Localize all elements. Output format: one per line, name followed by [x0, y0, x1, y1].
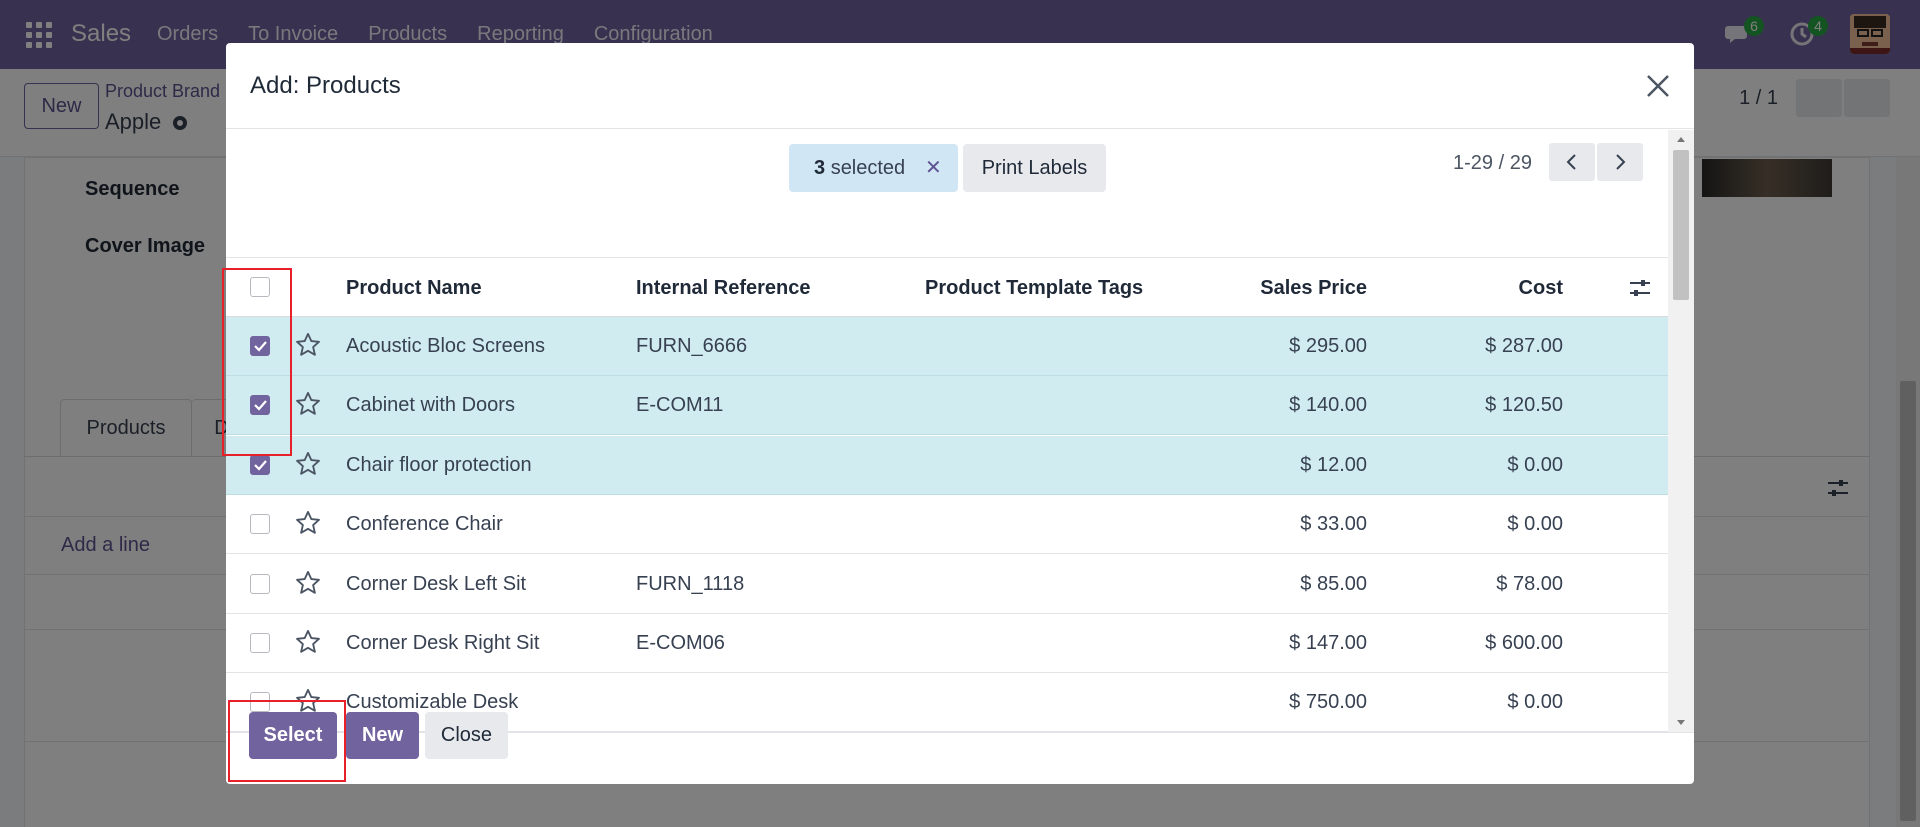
product-name-cell: Acoustic Bloc Screens [346, 335, 545, 357]
star-icon[interactable] [294, 628, 322, 656]
row-checkbox[interactable] [250, 573, 270, 594]
internal-reference-cell: FURN_6666 [636, 335, 748, 357]
row-checkbox[interactable] [250, 633, 270, 653]
add-products-dialog: Add: Products 3 selected ✕ Print Labels … [226, 43, 1694, 784]
sales-price-cell: $ 295.00 [1289, 335, 1367, 357]
dialog-scrollbar-thumb[interactable] [1673, 150, 1689, 300]
cost-cell: $ 120.50 [1485, 394, 1563, 417]
sales-price-cell: $ 33.00 [1300, 513, 1367, 536]
cost-cell: $ 0.00 [1507, 513, 1563, 536]
pager-previous-button[interactable] [1549, 143, 1595, 181]
optional-columns-icon[interactable] [1628, 276, 1652, 306]
internal-reference-cell: E-COM06 [636, 632, 725, 654]
cost-cell: $ 0.00 [1507, 691, 1563, 714]
print-labels-button[interactable]: Print Labels [963, 144, 1106, 192]
cost-cell: $ 0.00 [1507, 453, 1563, 476]
col-cost[interactable]: Cost [1519, 277, 1563, 300]
cost-cell: $ 600.00 [1485, 632, 1563, 654]
row-checkbox[interactable] [250, 454, 270, 475]
star-icon[interactable] [294, 569, 322, 597]
list-toolbar: 3 selected ✕ Print Labels 1-29 / 29 [226, 130, 1668, 257]
row-checkbox[interactable] [250, 692, 270, 713]
star-icon[interactable] [294, 509, 322, 537]
selected-count: 3 [814, 157, 826, 179]
pager-value[interactable]: 1-29 / 29 [1453, 152, 1532, 175]
internal-reference-cell: FURN_1118 [636, 572, 745, 595]
selected-label: selected [830, 157, 906, 179]
chevron-right-icon [1616, 154, 1626, 170]
col-product-name[interactable]: Product Name [346, 277, 482, 300]
sales-price-cell: $ 85.00 [1300, 572, 1367, 595]
chevron-left-icon [1566, 154, 1576, 170]
table-row[interactable]: Acoustic Bloc Screens FURN_6666 $ 295.00 $ … [226, 317, 1668, 376]
sales-price-cell: $ 12.00 [1300, 453, 1367, 476]
dialog-title: Add: Products [250, 72, 401, 99]
select-all-checkbox[interactable] [250, 277, 270, 297]
selection-chip: 3 selected ✕ [789, 144, 958, 192]
table-header: Product Name Internal Reference Product … [226, 257, 1668, 317]
star-icon[interactable] [294, 331, 322, 359]
product-name-cell: Corner Desk Left Sit [346, 572, 527, 595]
cost-cell: $ 287.00 [1485, 335, 1563, 357]
close-icon[interactable] [1642, 70, 1674, 102]
table-row[interactable]: Cabinet with Doors E-COM11 $ 140.00 $ 120.5… [226, 376, 1668, 436]
table-row[interactable]: Conference Chair $ 33.00 $ 0.00 [226, 495, 1668, 555]
product-name-cell: Cabinet with Doors [346, 394, 515, 417]
close-button[interactable]: Close [425, 712, 508, 759]
table-row[interactable]: Chair floor protection $ 12.00 $ 0.00 [226, 435, 1668, 495]
col-internal-reference[interactable]: Internal Reference [636, 277, 811, 300]
col-sales-price[interactable]: Sales Price [1260, 277, 1367, 300]
clear-selection-icon[interactable]: ✕ [925, 144, 942, 192]
table-row[interactable]: Corner Desk Right Sit E-COM06 $ 147.00 $ 60… [226, 614, 1668, 673]
col-product-template-tags[interactable]: Product Template Tags [925, 277, 1143, 300]
sales-price-cell: $ 750.00 [1289, 691, 1367, 714]
row-checkbox[interactable] [250, 395, 270, 416]
cost-cell: $ 78.00 [1496, 572, 1563, 595]
row-checkbox[interactable] [250, 514, 270, 535]
sales-price-cell: $ 147.00 [1289, 632, 1367, 654]
sales-price-cell: $ 140.00 [1289, 394, 1367, 417]
product-name-cell: Chair floor protection [346, 453, 532, 476]
star-icon[interactable] [294, 450, 322, 478]
row-checkbox[interactable] [250, 336, 270, 356]
product-name-cell: Conference Chair [346, 513, 503, 536]
pager-next-button[interactable] [1597, 143, 1643, 181]
select-button[interactable]: Select [249, 712, 337, 759]
star-icon[interactable] [294, 390, 322, 418]
dialog-body: 3 selected ✕ Print Labels 1-29 / 29 Prod… [226, 130, 1694, 732]
internal-reference-cell: E-COM11 [636, 394, 724, 417]
new-button[interactable]: New [346, 712, 419, 759]
dialog-scrollbar[interactable] [1668, 130, 1694, 732]
table-row[interactable]: Corner Desk Left Sit FURN_1118 $ 85.00 $ 78… [226, 555, 1668, 614]
product-name-cell: Customizable Desk [346, 691, 519, 714]
dialog-header: Add: Products [226, 43, 1694, 129]
product-name-cell: Corner Desk Right Sit [346, 632, 540, 654]
